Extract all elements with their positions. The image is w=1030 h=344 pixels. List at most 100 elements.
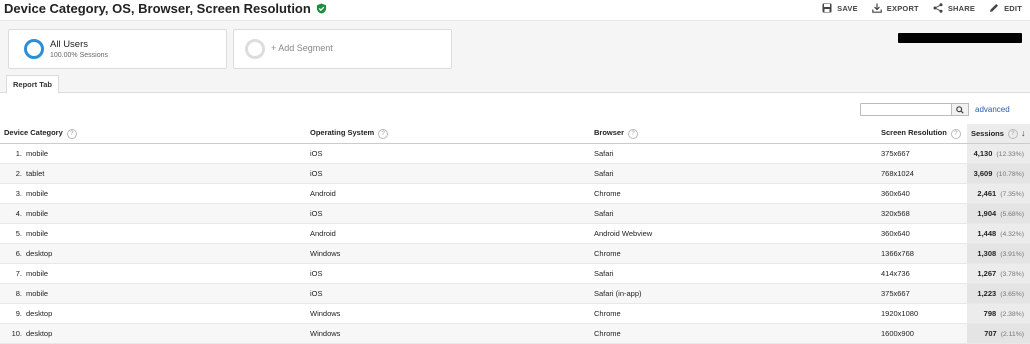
export-label: EXPORT — [886, 3, 919, 13]
table-row: 7. mobile iOS Safari 414x736 1,267 (3.78%) — [0, 263, 1030, 284]
cell-sessions: 1,904 (5.68%) — [967, 203, 1030, 224]
segment-all-users[interactable]: All Users 100.00% Sessions — [8, 29, 227, 69]
help-icon[interactable]: ? — [66, 128, 77, 139]
cell-browser: Safari — [590, 263, 877, 284]
device-link[interactable]: mobile — [26, 269, 48, 278]
sessions-percent: (7.35%) — [1000, 191, 1024, 198]
cell-browser: Chrome — [590, 243, 877, 264]
device-link[interactable]: mobile — [26, 149, 48, 158]
device-link[interactable]: mobile — [26, 189, 48, 198]
empty-segment-ring-icon — [245, 39, 265, 59]
col-browser[interactable]: Browser? — [590, 124, 877, 144]
help-icon[interactable]: ? — [378, 128, 389, 139]
page-title: Device Category, OS, Browser, Screen Res… — [4, 1, 327, 16]
segment-title: All Users — [50, 39, 89, 50]
row-index: 10. — [11, 329, 22, 338]
table-row: 8. mobile iOS Safari (in-app) 375x667 1,223 (3… — [0, 283, 1030, 304]
cell-os: iOS — [306, 163, 590, 184]
segment-ring-icon — [24, 39, 44, 59]
device-link[interactable]: tablet — [26, 169, 44, 178]
col-sessions[interactable]: Sessions? ↓ — [967, 124, 1030, 144]
share-button[interactable]: SHARE — [933, 3, 975, 13]
export-icon — [871, 3, 882, 13]
device-link[interactable]: desktop — [26, 309, 52, 318]
cell-os: Windows — [306, 323, 590, 344]
cell-resolution: 360x640 — [877, 223, 967, 244]
cell-device: 5. mobile — [0, 223, 306, 244]
sessions-value: 1,223 — [977, 289, 997, 298]
cell-resolution: 375x667 — [877, 283, 967, 304]
edit-button[interactable]: EDIT — [989, 3, 1022, 13]
sessions-value: 1,308 — [977, 249, 997, 258]
cell-resolution: 1600x900 — [877, 323, 967, 344]
cell-resolution: 414x736 — [877, 263, 967, 284]
device-link[interactable]: mobile — [26, 289, 48, 298]
search-icon — [956, 105, 964, 114]
sessions-value: 1,267 — [977, 269, 997, 278]
cell-sessions: 798 (2.38%) — [967, 303, 1030, 324]
cell-browser: Chrome — [590, 303, 877, 324]
row-index: 1. — [15, 149, 22, 158]
help-icon[interactable]: ? — [950, 128, 961, 139]
table-row: 3. mobile Android Chrome 360x640 2,461 (7.35%) — [0, 183, 1030, 204]
table-tools: advanced — [0, 101, 1030, 121]
help-icon[interactable]: ? — [628, 128, 639, 139]
cell-device: 7. mobile — [0, 263, 306, 284]
table-row: 4. mobile iOS Safari 320x568 1,904 (5.68%) — [0, 203, 1030, 224]
sessions-value: 2,461 — [977, 189, 997, 198]
add-segment-button[interactable]: + Add Segment — [233, 29, 452, 69]
sessions-value: 4,130 — [973, 149, 993, 158]
sessions-percent: (3.91%) — [1000, 251, 1024, 258]
cell-os: iOS — [306, 203, 590, 224]
save-label: SAVE — [837, 3, 858, 13]
device-link[interactable]: desktop — [26, 329, 52, 338]
share-label: SHARE — [947, 3, 976, 13]
col-operating-system[interactable]: Operating System? — [306, 124, 590, 144]
sessions-percent: (2.11%) — [1000, 331, 1024, 338]
edit-icon — [990, 4, 999, 12]
cell-browser: Safari — [590, 143, 877, 164]
redacted-block — [898, 33, 1022, 43]
table-header-row: Device Category? Operating System? Brows… — [0, 124, 1030, 144]
row-index: 7. — [15, 269, 22, 278]
col-screen-resolution[interactable]: Screen Resolution? — [877, 124, 967, 144]
sessions-percent: (3.78%) — [1000, 271, 1024, 278]
row-index: 6. — [15, 249, 22, 258]
report-table: Device Category? Operating System? Brows… — [0, 124, 1030, 344]
tab-report[interactable]: Report Tab — [6, 75, 59, 94]
col-resolution-label: Screen Resolution — [881, 128, 947, 138]
advanced-filter-link[interactable]: advanced — [975, 105, 1010, 114]
cell-resolution: 1920x1080 — [877, 303, 967, 324]
sessions-percent: (5.68%) — [1000, 211, 1024, 218]
save-icon — [822, 3, 832, 13]
sessions-value: 3,609 — [973, 169, 993, 178]
cell-browser: Safari — [590, 203, 877, 224]
cell-resolution: 1366x768 — [877, 243, 967, 264]
device-link[interactable]: desktop — [26, 249, 52, 258]
sort-desc-icon[interactable]: ↓ — [1021, 128, 1026, 138]
cell-os: iOS — [306, 143, 590, 164]
cell-browser: Android Webview — [590, 223, 877, 244]
export-button[interactable]: EXPORT — [871, 3, 919, 13]
segment-subtitle: 100.00% Sessions — [50, 52, 108, 59]
row-index: 3. — [15, 189, 22, 198]
cell-os: Android — [306, 223, 590, 244]
help-icon[interactable]: ? — [1007, 129, 1018, 139]
col-os-label: Operating System — [310, 128, 375, 138]
cell-sessions: 1,267 (3.78%) — [967, 263, 1030, 284]
edit-label: EDIT — [1004, 3, 1022, 13]
table-row: 10. desktop Windows Chrome 1600x900 707 (2.11%… — [0, 323, 1030, 344]
col-device-category[interactable]: Device Category? — [0, 124, 306, 144]
device-link[interactable]: mobile — [26, 229, 48, 238]
search-button[interactable] — [951, 103, 969, 116]
cell-sessions: 1,308 (3.91%) — [967, 243, 1030, 264]
table-row: 5. mobile Android Android Webview 360x640 1,4… — [0, 223, 1030, 244]
cell-os: Android — [306, 183, 590, 204]
add-segment-label: + Add Segment — [271, 43, 333, 53]
tab-bar: Report Tab — [0, 72, 1030, 94]
device-link[interactable]: mobile — [26, 209, 48, 218]
save-button[interactable]: SAVE — [822, 3, 858, 13]
table-search-input[interactable] — [860, 103, 952, 116]
cell-device: 3. mobile — [0, 183, 306, 204]
table-row: 2. tablet iOS Safari 768x1024 3,609 (10.78%) — [0, 163, 1030, 184]
